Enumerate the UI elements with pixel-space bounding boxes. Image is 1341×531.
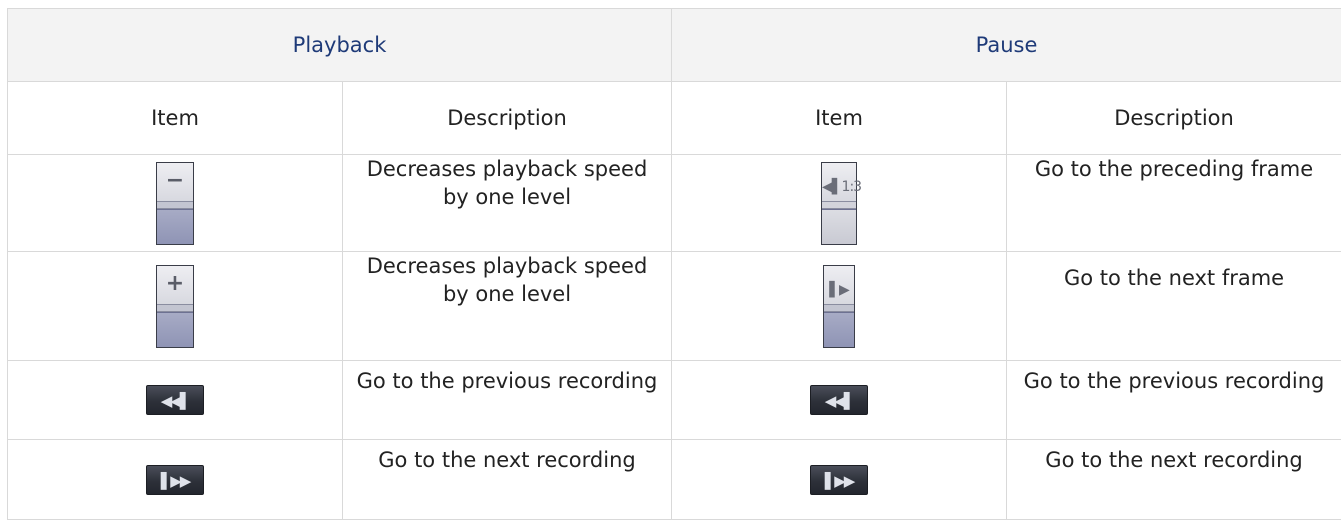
pause-description-cell: Go to the next recording (1006, 439, 1341, 520)
playback-description-cell: Go to the next recording (341, 439, 673, 520)
table-row: − Decreases playback speed by one level … (7, 154, 1341, 252)
pause-description-column-header: Description (1006, 81, 1341, 155)
playback-item-cell: + (7, 251, 343, 361)
next-recording-icon: ▌▶▶ (146, 464, 204, 495)
playback-description-cell: Decreases playback speed by one level (341, 251, 673, 361)
playback-description-column-header: Description (341, 81, 673, 155)
previous-frame-icon: ◀▌1:3 (821, 161, 862, 245)
playback-description-cell: Decreases playback speed by one level (341, 154, 673, 252)
next-frame-icon: ▌▶ (823, 264, 856, 348)
pause-description-cell: Go to the previous recording (1006, 360, 1341, 440)
previous-frame-glyph: ◀▌1:3 (822, 178, 862, 195)
pause-description-cell: Go to the next frame (1006, 251, 1341, 361)
table-row: ▌▶▶ Go to the next recording ▌▶▶ Go to t… (7, 439, 1341, 520)
table-row: + Decreases playback speed by one level … (7, 251, 1341, 361)
previous-recording-icon: ◀◀▌ (146, 385, 204, 415)
previous-recording-icon: ◀◀▌ (810, 385, 869, 415)
pause-item-cell: ▌▶▶ (671, 439, 1008, 520)
controls-table: Playback Pause Item Description Item Des… (6, 8, 1341, 520)
plus-glyph: + (165, 270, 185, 296)
speed-up-icon: + (156, 264, 194, 348)
playback-group-header: Playback (6, 8, 673, 82)
minus-glyph: − (165, 167, 185, 193)
pause-item-cell: ▌▶ (671, 251, 1008, 361)
playback-item-cell: ▌▶▶ (7, 439, 343, 520)
pause-item-cell: ◀▌1:3 (671, 154, 1008, 252)
speed-down-icon: − (156, 161, 194, 245)
pause-item-cell: ◀◀▌ (671, 360, 1008, 440)
pause-description-cell: Go to the preceding frame (1006, 154, 1341, 252)
pause-group-header: Pause (671, 8, 1341, 82)
next-recording-icon: ▌▶▶ (810, 464, 869, 495)
table-row: ◀◀▌ Go to the previous recording ◀◀▌ Go … (7, 360, 1341, 440)
column-header-row: Item Description Item Description (7, 81, 1341, 155)
group-header-row: Playback Pause (6, 8, 1341, 82)
playback-description-cell: Go to the previous recording (341, 360, 673, 440)
playback-item-column-header: Item (7, 81, 343, 155)
pause-item-column-header: Item (671, 81, 1008, 155)
next-frame-glyph: ▌▶ (829, 281, 850, 298)
playback-item-cell: ◀◀▌ (7, 360, 343, 440)
playback-item-cell: − (7, 154, 343, 252)
